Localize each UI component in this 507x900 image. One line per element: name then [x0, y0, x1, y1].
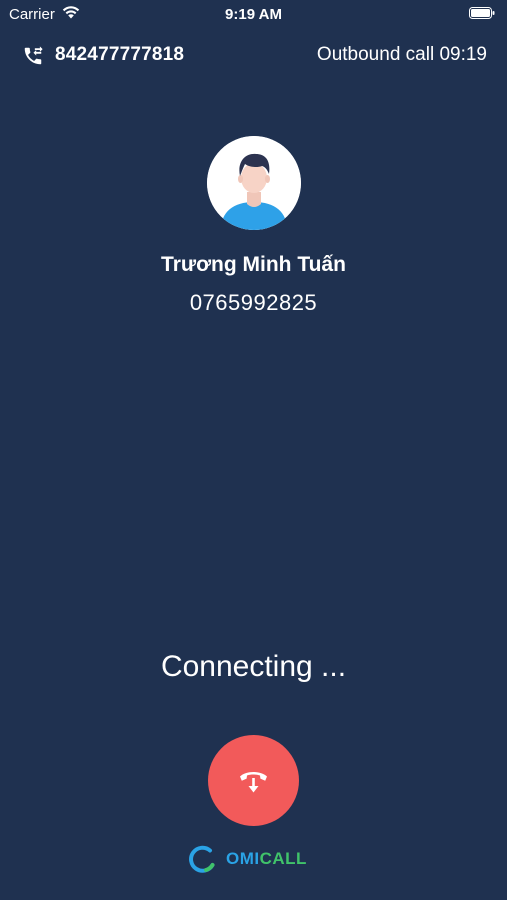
brand-call: CALL — [259, 849, 307, 868]
omicall-logo: OMICALL — [188, 845, 320, 873]
contact-name: Trương Minh Tuấn — [161, 253, 346, 276]
hangup-phone-icon — [240, 772, 267, 793]
omicall-logo-mark — [189, 845, 215, 873]
hangup-button[interactable] — [208, 735, 299, 826]
battery-icon — [469, 7, 495, 19]
status-bar: Carrier 9:19 AM — [0, 0, 507, 28]
call-direction-label: Outbound call 09:19 — [316, 44, 487, 65]
contact-avatar — [207, 136, 301, 230]
omicall-wordmark: OMICALL — [226, 849, 307, 869]
contact-phone: 0765992825 — [189, 290, 318, 315]
call-status: Connecting ... — [160, 650, 347, 683]
status-time: 9:19 AM — [225, 6, 282, 23]
call-header: 842477777818 Outbound call 09:19 — [0, 42, 507, 70]
caller-number: 842477777818 — [55, 44, 185, 65]
call-transfer-icon — [24, 46, 43, 65]
user-avatar-icon — [207, 136, 301, 230]
brand-omi: OMI — [226, 849, 260, 868]
